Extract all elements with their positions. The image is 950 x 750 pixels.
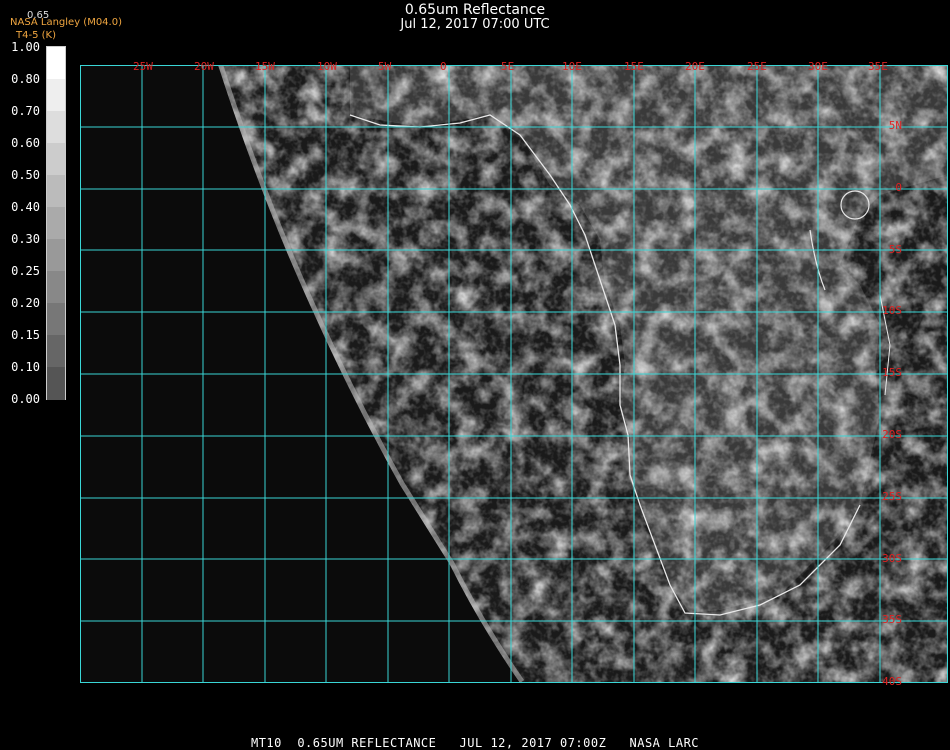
- longitude-label: 10W: [317, 60, 337, 73]
- latitude-label: 25S: [882, 489, 902, 503]
- longitude-label: 5E: [501, 60, 515, 73]
- footer-caption: MT10 0.65UM REFLECTANCE JUL 12, 2017 07:…: [250, 736, 700, 750]
- latitude-label: 5S: [888, 242, 902, 256]
- colorbar-tick-label: 0.40: [11, 200, 40, 214]
- longitude-label: 15W: [255, 60, 275, 73]
- image-timestamp: Jul 12, 2017 07:00 UTC: [400, 17, 550, 32]
- colorbar-tick-label: 1.00: [11, 40, 40, 54]
- colorbar-segment: [47, 335, 65, 368]
- colorbar-tick-label: 0.25: [11, 264, 40, 278]
- colorbar-tick-label: 0.10: [11, 360, 40, 374]
- colorbar-segment: [47, 303, 65, 336]
- latitude-label: 10S: [882, 304, 902, 318]
- longitude-label: 30E: [808, 60, 828, 73]
- colorbar-segment: [47, 47, 65, 80]
- colorbar-segment: [47, 271, 65, 304]
- longitude-label: 0: [440, 60, 447, 73]
- longitude-label: 35E: [868, 60, 888, 73]
- colorbar-tick-label: 0.60: [11, 136, 40, 150]
- latitude-label: 35S: [882, 613, 902, 627]
- map-svg: [80, 65, 948, 683]
- longitude-label: 10E: [562, 60, 582, 73]
- colorbar-segment: [47, 111, 65, 144]
- colorbar-segment: [47, 175, 65, 208]
- colorbar-tick-label: 0.70: [11, 104, 40, 118]
- colorbar-tick-label: 0.80: [11, 72, 40, 86]
- colorbar-tick-label: 0.00: [11, 392, 40, 406]
- colorbar-tick-label: 0.50: [11, 168, 40, 182]
- longitude-label: 5W: [378, 60, 392, 73]
- colorbar-segment: [47, 239, 65, 272]
- latitude-label: 20S: [882, 428, 902, 441]
- longitude-label: 25W: [133, 60, 153, 73]
- colorbar-segment: [47, 143, 65, 176]
- colorbar-tick-label: 0.30: [11, 232, 40, 246]
- colorbar-segment: [47, 207, 65, 240]
- colorbar-tick-label: 0.15: [11, 328, 40, 342]
- latitude-label: 30S: [882, 551, 902, 565]
- credit-label: NASA Langley (M04.0): [10, 17, 122, 28]
- colorbar-tick-label: 0.20: [11, 296, 40, 310]
- longitude-label: 20E: [685, 60, 705, 73]
- image-title: 0.65um Reflectance: [404, 2, 546, 18]
- latitude-label: 0: [895, 180, 902, 194]
- satellite-map: 25W 20W 15W 10W 5W 0 5E 10E 15E 20E 25E 30E 35E 5N 0 5S…: [80, 61, 948, 687]
- latitude-label: 40S: [882, 675, 902, 689]
- latitude-label: 5N: [888, 119, 902, 132]
- longitude-label: 20W: [194, 60, 214, 73]
- colorbar-segment: [47, 367, 65, 400]
- longitude-label: 25E: [747, 60, 767, 73]
- latitude-label: 15S: [882, 366, 902, 380]
- colorbar: [46, 46, 66, 400]
- colorbar-segment: [47, 79, 65, 112]
- longitude-label: 15E: [624, 60, 644, 73]
